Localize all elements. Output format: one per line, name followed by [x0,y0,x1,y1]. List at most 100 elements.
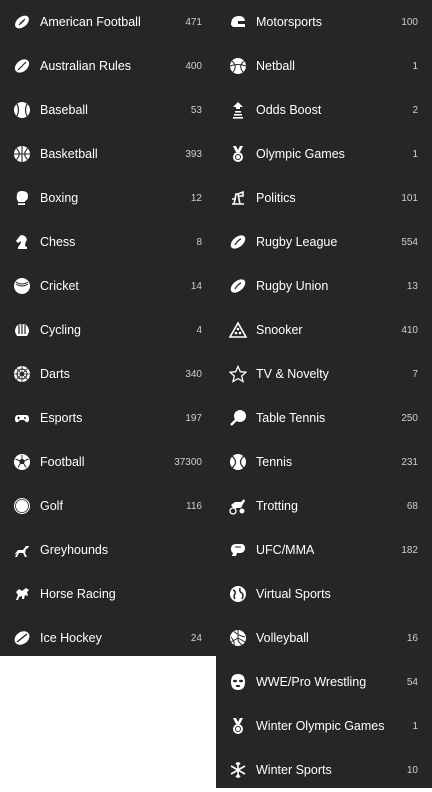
event-count: 12 [190,192,202,204]
sport-label: Motorsports [256,15,322,29]
event-count: 250 [401,412,418,424]
cricket-ball-icon [12,276,32,296]
sport-item-rugby-union[interactable]: Rugby Union 13 [216,264,432,308]
event-count: 340 [185,368,202,380]
sport-item-trotting[interactable]: Trotting 68 [216,484,432,528]
sport-label: Winter Sports [256,763,332,777]
sport-label: Virtual Sports [256,587,331,601]
sport-item-esports[interactable]: Esports 197 [0,396,216,440]
golf-ball-icon [12,496,32,516]
event-count: 13 [406,280,418,292]
sport-label: WWE/Pro Wrestling [256,675,367,689]
baseball-icon [12,100,32,120]
event-count: 8 [196,236,202,248]
sport-label: Politics [256,191,296,205]
sport-item-tv-novelty[interactable]: TV & Novelty 7 [216,352,432,396]
volleyball-icon [228,628,248,648]
sport-label: Olympic Games [256,147,345,161]
event-count: 53 [190,104,202,116]
boxing-glove-icon [12,188,32,208]
sport-item-table-tennis[interactable]: Table Tennis 250 [216,396,432,440]
tennis-ball-icon [228,452,248,472]
sport-label: Chess [40,235,76,249]
mma-glove-icon [228,540,248,560]
sport-item-greyhounds[interactable]: Greyhounds [0,528,216,572]
event-count: 68 [406,500,418,512]
event-count: 2 [412,104,418,116]
event-count: 100 [401,16,418,28]
sport-label: Trotting [256,499,298,513]
sport-item-odds-boost[interactable]: Odds Boost 2 [216,88,432,132]
sport-item-volleyball[interactable]: Volleyball 16 [216,616,432,660]
podium-icon [228,188,248,208]
odds-boost-icon [228,100,248,120]
sport-item-olympic-games[interactable]: Olympic Games 1 [216,132,432,176]
wrestling-mask-icon [228,672,248,692]
racing-helmet-icon [228,12,248,32]
sport-item-ufc-mma[interactable]: UFC/MMA 182 [216,528,432,572]
sport-item-snooker[interactable]: Snooker 410 [216,308,432,352]
sport-item-tennis[interactable]: Tennis 231 [216,440,432,484]
event-count: 393 [185,148,202,160]
sport-label: Horse Racing [40,587,116,601]
sport-label: Darts [40,367,70,381]
sport-item-basketball[interactable]: Basketball 393 [0,132,216,176]
event-count: 54 [406,676,418,688]
sport-item-american-football[interactable]: American Football 471 [0,0,216,44]
sport-item-wwe-pro-wrestling[interactable]: WWE/Pro Wrestling 54 [216,660,432,704]
event-count: 231 [401,456,418,468]
sport-item-rugby-league[interactable]: Rugby League 554 [216,220,432,264]
event-count: 1 [412,720,418,732]
sport-label: Golf [40,499,63,513]
sport-label: Volleyball [256,631,309,645]
sport-label: Basketball [40,147,98,161]
sport-item-winter-olympic-games[interactable]: Winter Olympic Games 1 [216,704,432,748]
sport-label: Table Tennis [256,411,326,425]
event-count: 1 [412,148,418,160]
gamepad-icon [12,408,32,428]
sport-label: Greyhounds [40,543,109,557]
rugby-ball-icon [228,276,248,296]
sport-label: Rugby Union [256,279,329,293]
sport-item-virtual-sports[interactable]: Virtual Sports [216,572,432,616]
event-count: 182 [401,544,418,556]
sport-label: Netball [256,59,295,73]
event-count: 197 [185,412,202,424]
event-count: 24 [190,632,202,644]
sport-label: Snooker [256,323,303,337]
sport-item-darts[interactable]: Darts 340 [0,352,216,396]
cycling-helmet-icon [12,320,32,340]
globe-icon [228,584,248,604]
sport-item-politics[interactable]: Politics 101 [216,176,432,220]
sport-item-australian-rules[interactable]: Australian Rules 400 [0,44,216,88]
sport-item-ice-hockey[interactable]: Ice Hockey 24 [0,616,216,660]
star-icon [228,364,248,384]
event-count: 471 [185,16,202,28]
sport-item-football[interactable]: Football 37300 [0,440,216,484]
sport-item-baseball[interactable]: Baseball 53 [0,88,216,132]
sport-item-horse-racing[interactable]: Horse Racing [0,572,216,616]
sport-label: UFC/MMA [256,543,315,557]
sport-label: Boxing [40,191,79,205]
sport-label: Tennis [256,455,293,469]
american-football-icon [12,12,32,32]
sport-item-chess[interactable]: Chess 8 [0,220,216,264]
sport-label: TV & Novelty [256,367,329,381]
sport-label: Rugby League [256,235,338,249]
medal-icon [228,144,248,164]
sport-item-boxing[interactable]: Boxing 12 [0,176,216,220]
event-count: 37300 [174,456,202,468]
sports-list-left: American Football 471 Australian Rules 400 B… [0,0,216,656]
sports-list-right: Motorsports 100 Netball 1 Odds Boost 2 Olympic… [216,0,432,788]
sport-label: American Football [40,15,141,29]
table-tennis-paddle-icon [228,408,248,428]
chess-knight-icon [12,232,32,252]
sport-item-cricket[interactable]: Cricket 14 [0,264,216,308]
sport-item-cycling[interactable]: Cycling 4 [0,308,216,352]
sport-item-golf[interactable]: Golf 116 [0,484,216,528]
sport-item-motorsports[interactable]: Motorsports 100 [216,0,432,44]
sport-item-winter-sports[interactable]: Winter Sports 10 [216,748,432,792]
netball-icon [228,56,248,76]
sport-item-netball[interactable]: Netball 1 [216,44,432,88]
horse-icon [12,584,32,604]
